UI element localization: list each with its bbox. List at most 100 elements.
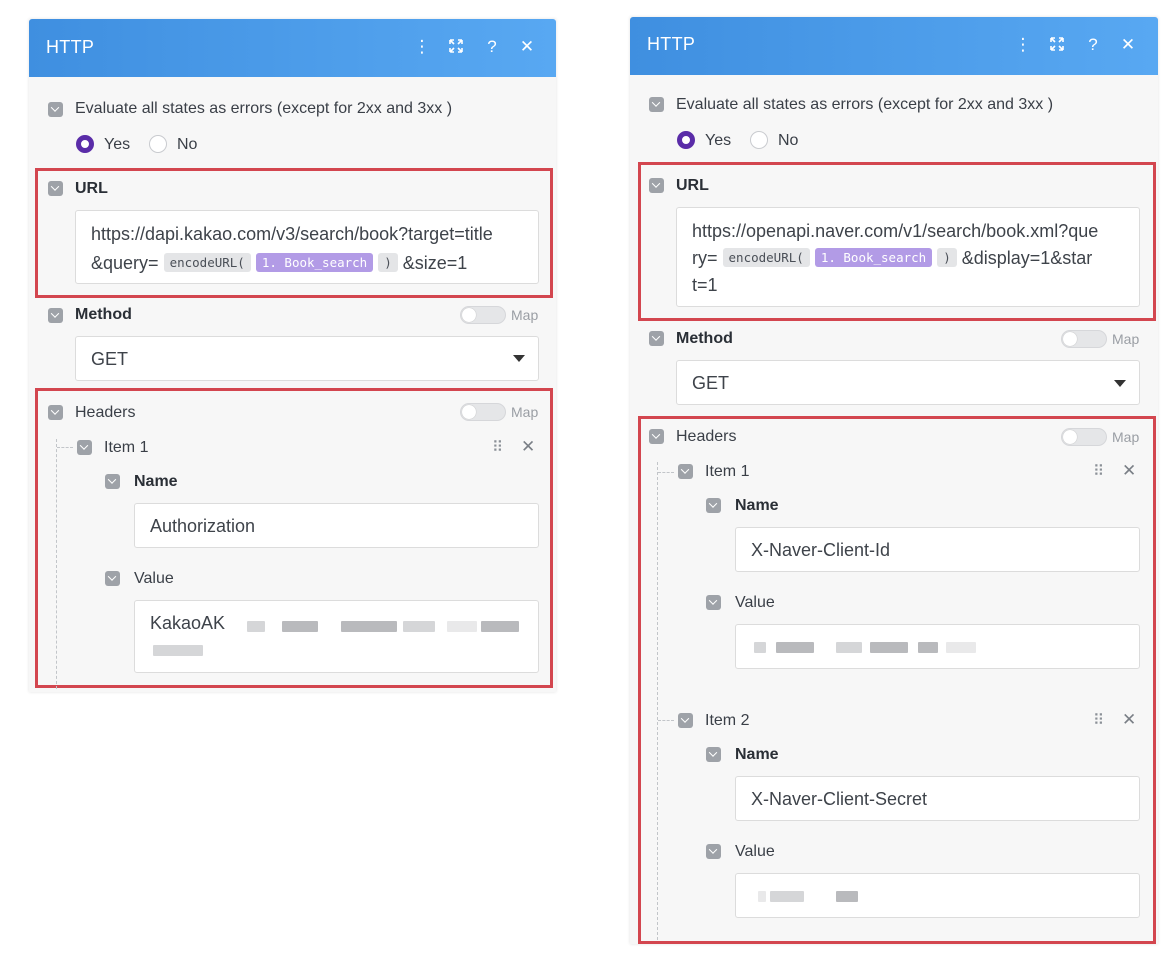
method-checkbox[interactable]	[48, 308, 63, 323]
value-field[interactable]	[735, 873, 1140, 918]
evaluate-errors-checkbox[interactable]	[48, 102, 63, 117]
redacted-block	[918, 642, 938, 653]
encodeurl-function-pill[interactable]: encodeURL(	[163, 253, 251, 272]
headers-checkbox[interactable]	[649, 429, 664, 444]
drag-handle-icon[interactable]: ⠿	[492, 438, 503, 456]
value-checkbox[interactable]	[706, 844, 721, 859]
panel-title: HTTP	[46, 37, 95, 57]
redacted-block	[403, 621, 435, 632]
evaluate-errors-label: Evaluate all states as errors (except fo…	[676, 96, 1054, 113]
panel-title: HTTP	[647, 34, 696, 54]
no-label: No	[177, 136, 198, 153]
method-map-toggle[interactable]	[460, 306, 506, 324]
value-checkbox[interactable]	[706, 595, 721, 610]
url-line-1: https://dapi.kakao.com/v3/search/book?ta…	[91, 224, 493, 244]
redacted-block	[836, 891, 858, 902]
method-checkbox[interactable]	[649, 331, 664, 346]
item-2-title: Item 2	[705, 712, 750, 729]
expand-icon[interactable]	[1048, 35, 1066, 55]
url-field[interactable]: https://openapi.naver.com/v1/search/book…	[676, 207, 1140, 307]
tree-branch	[658, 720, 674, 721]
item-1-checkbox[interactable]	[678, 464, 693, 479]
item-1-checkbox[interactable]	[77, 440, 92, 455]
value-label: Value	[134, 570, 174, 587]
url-label: URL	[676, 177, 709, 194]
http-module-panel-right: HTTP ⋮ ? ✕ Evaluate all states as errors…	[630, 17, 1158, 944]
value-label: Value	[735, 843, 775, 860]
url-field[interactable]: https://dapi.kakao.com/v3/search/book?ta…	[75, 210, 539, 284]
book-search-variable-pill[interactable]: 1. Book_search	[814, 248, 933, 267]
url-line-2: ry= encodeURL( 1. Book_search ) &display…	[692, 248, 1093, 268]
headers-map-label: Map	[511, 404, 539, 420]
function-close-pill[interactable]: )	[378, 253, 398, 272]
method-select[interactable]: GET	[75, 336, 539, 381]
name-field[interactable]: Authorization	[134, 503, 539, 548]
remove-icon[interactable]: ✕	[1122, 461, 1136, 481]
value-field[interactable]	[735, 624, 1140, 669]
item-1-title: Item 1	[705, 463, 750, 480]
encodeurl-function-pill[interactable]: encodeURL(	[722, 248, 810, 267]
no-radio[interactable]	[149, 135, 167, 153]
name-value: Authorization	[150, 516, 256, 536]
book-search-variable-pill[interactable]: 1. Book_search	[255, 253, 374, 272]
help-icon[interactable]: ?	[483, 37, 501, 57]
name-checkbox[interactable]	[105, 474, 120, 489]
url-checkbox[interactable]	[48, 181, 63, 196]
value-field[interactable]: KakaoAK	[134, 600, 539, 673]
headers-map-label: Map	[1112, 429, 1140, 445]
headers-highlight-box	[638, 416, 1156, 944]
name-label: Name	[735, 497, 779, 514]
tree-branch	[57, 447, 73, 448]
more-vertical-icon[interactable]: ⋮	[413, 37, 431, 57]
yes-radio[interactable]	[677, 131, 695, 149]
headers-map-toggle[interactable]	[1061, 428, 1107, 446]
method-map-label: Map	[1112, 331, 1140, 347]
evaluate-errors-label: Evaluate all states as errors (except fo…	[75, 100, 453, 117]
method-select[interactable]: GET	[676, 360, 1140, 405]
method-map-toggle[interactable]	[1061, 330, 1107, 348]
close-icon[interactable]: ✕	[1119, 35, 1137, 55]
headers-checkbox[interactable]	[48, 405, 63, 420]
redacted-block	[341, 621, 397, 632]
headers-map-toggle[interactable]	[460, 403, 506, 421]
more-vertical-icon[interactable]: ⋮	[1014, 35, 1032, 55]
redacted-block	[770, 891, 804, 902]
value-label: Value	[735, 594, 775, 611]
headers-label: Headers	[75, 404, 136, 421]
url-checkbox[interactable]	[649, 178, 664, 193]
no-radio[interactable]	[750, 131, 768, 149]
redacted-block	[776, 642, 814, 653]
panel-header: HTTP ⋮ ? ✕	[630, 17, 1158, 75]
method-value: GET	[91, 349, 129, 369]
remove-icon[interactable]: ✕	[521, 437, 535, 457]
remove-icon[interactable]: ✕	[1122, 710, 1136, 730]
tree-branch	[658, 472, 674, 473]
method-label: Method	[676, 330, 733, 347]
value-prefix: KakaoAK	[150, 613, 226, 633]
drag-handle-icon[interactable]: ⠿	[1093, 711, 1104, 729]
name-value: X-Naver-Client-Id	[751, 540, 891, 560]
redacted-block	[282, 621, 318, 632]
headers-label: Headers	[676, 428, 737, 445]
value-checkbox[interactable]	[105, 571, 120, 586]
redacted-block	[447, 621, 477, 632]
dropdown-caret-icon	[513, 355, 525, 362]
help-icon[interactable]: ?	[1084, 35, 1102, 55]
name-field[interactable]: X-Naver-Client-Id	[735, 527, 1140, 572]
yes-label: Yes	[705, 132, 732, 149]
expand-icon[interactable]	[447, 37, 465, 57]
name-field[interactable]: X-Naver-Client-Secret	[735, 776, 1140, 821]
yes-radio[interactable]	[76, 135, 94, 153]
name-checkbox[interactable]	[706, 498, 721, 513]
drag-handle-icon[interactable]: ⠿	[1093, 462, 1104, 480]
name-checkbox[interactable]	[706, 747, 721, 762]
url-line-1: https://openapi.naver.com/v1/search/book…	[692, 221, 1099, 241]
name-value: X-Naver-Client-Secret	[751, 789, 928, 809]
yes-label: Yes	[104, 136, 131, 153]
evaluate-errors-checkbox[interactable]	[649, 97, 664, 112]
redacted-block	[153, 645, 203, 656]
function-close-pill[interactable]: )	[937, 248, 957, 267]
close-icon[interactable]: ✕	[518, 37, 536, 57]
redacted-block	[836, 642, 862, 653]
item-2-checkbox[interactable]	[678, 713, 693, 728]
